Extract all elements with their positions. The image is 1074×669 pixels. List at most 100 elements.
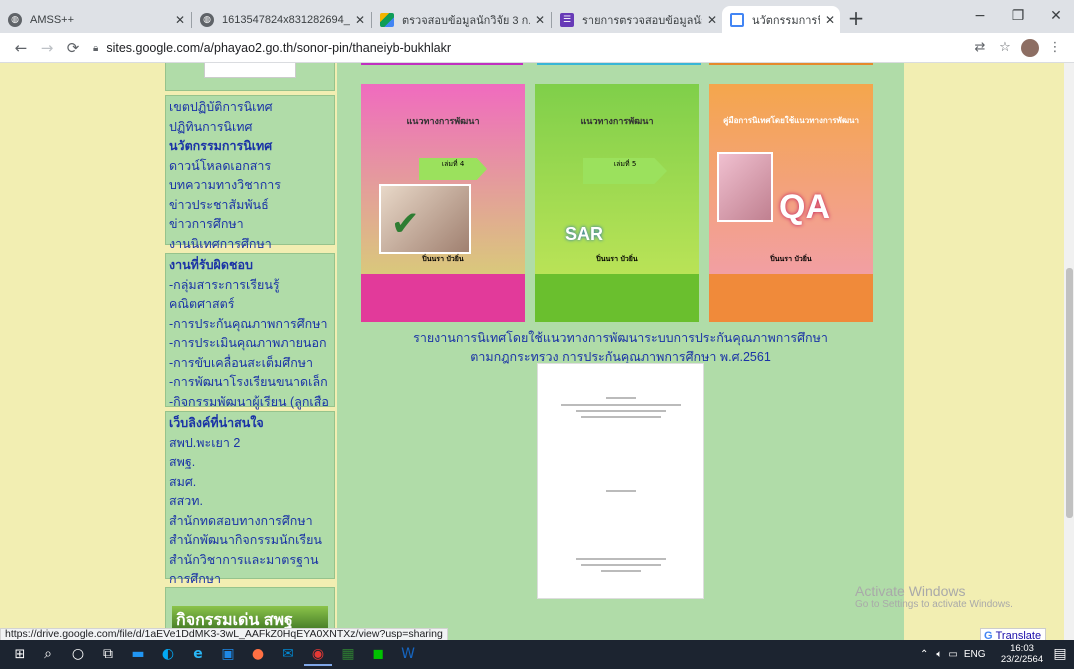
address-bar[interactable]: 🔒︎ sites.google.com/a/phayao2.go.th/sono… bbox=[93, 37, 949, 59]
cover-title: แนวทางการพัฒนา bbox=[580, 116, 654, 126]
tab-doc[interactable]: ตรวจสอบข้อมูลนักวิจัย 3 ก.พ.64.doc ✕ bbox=[372, 6, 550, 33]
sidebar-item-articles[interactable]: บทความทางวิชาการ bbox=[169, 176, 331, 196]
sar-logo-icon: SAR bbox=[565, 224, 604, 244]
sidebar-link-activities[interactable]: สำนักพัฒนากิจกรรมนักเรียน bbox=[169, 531, 331, 551]
document-preview[interactable] bbox=[537, 363, 704, 599]
tab-active-sites[interactable]: นวัตกรรมการนิเทศ - นิเทศออนไลน์ by ✕ bbox=[722, 6, 840, 33]
sidebar-search-area[interactable] bbox=[204, 63, 296, 78]
search-icon[interactable]: ⌕ bbox=[34, 643, 62, 666]
mail-icon[interactable]: ✉ bbox=[274, 643, 302, 666]
cover-book-4[interactable]: แนวทางการพัฒนา เล่มที่ 4 ✔ ปิ่นนรา บัวยิ… bbox=[361, 84, 525, 322]
globe-icon: ◍ bbox=[8, 12, 22, 27]
activation-watermark: Activate Windows Go to Settings to activ… bbox=[855, 583, 1013, 610]
translate-page-icon[interactable]: ⇄ bbox=[970, 38, 990, 58]
volume-icon[interactable]: 🔈︎ bbox=[936, 649, 942, 660]
sidebar-item-calendar[interactable]: ปฏิทินการนิเทศ bbox=[169, 118, 331, 138]
cover-title: แนวทางการพัฒนา bbox=[406, 116, 480, 126]
sidebar-item-pr[interactable]: ข่าวประชาสัมพันธ์ bbox=[169, 196, 331, 216]
window-close-button[interactable]: ✕ bbox=[1036, 4, 1074, 30]
cortana-icon[interactable]: ○ bbox=[64, 643, 92, 666]
sidebar-item-download[interactable]: ดาวน์โหลดเอกสาร bbox=[169, 157, 331, 177]
cover-title: คู่มือการนิเทศโดยใช้แนวทางการพัฒนา bbox=[722, 116, 859, 125]
line-icon[interactable]: ◼ bbox=[364, 643, 392, 666]
sidebar-responsibilities: งานที่รับผิดชอบ -กลุ่มสาระการเรียนรู้คณิ… bbox=[165, 253, 335, 428]
doc-line bbox=[561, 404, 681, 406]
store-icon[interactable]: ▣ bbox=[214, 643, 242, 666]
close-icon[interactable]: ✕ bbox=[350, 13, 370, 27]
sidebar-item-news[interactable]: ข่าวการศึกษา bbox=[169, 215, 331, 235]
sidebar-link-academic[interactable]: สำนักวิชาการและมาตรฐานการศึกษา bbox=[169, 551, 331, 590]
minimize-button[interactable]: − bbox=[960, 4, 1000, 30]
forward-button[interactable]: → bbox=[36, 37, 58, 59]
scrollbar-thumb[interactable] bbox=[1066, 268, 1073, 518]
translate-label: Translate bbox=[995, 630, 1042, 640]
sidebar-item-innovation[interactable]: นวัตกรรมการนิเทศ bbox=[169, 137, 331, 157]
word-icon[interactable]: W bbox=[394, 643, 422, 666]
globe-icon: ◍ bbox=[200, 12, 214, 27]
language-indicator[interactable]: ENG bbox=[964, 649, 986, 660]
task-view-icon[interactable]: ⧉ bbox=[94, 643, 122, 666]
cover-book-5[interactable]: แนวทางการพัฒนา เล่มที่ 5 SAR ปิ่นนรา บัว… bbox=[535, 84, 699, 322]
sidebar-item-math[interactable]: -กลุ่มสาระการเรียนรู้คณิตศาสตร์ bbox=[169, 276, 331, 315]
scrollbar[interactable] bbox=[1064, 63, 1074, 640]
sidebar-item-zone[interactable]: เขตปฏิบัติการนิเทศ bbox=[169, 98, 331, 118]
sidebar-item-supervision[interactable]: งานนิเทศการศึกษา bbox=[169, 235, 331, 255]
cover-badge: เล่มที่ 5 bbox=[583, 158, 667, 184]
file-explorer-icon[interactable]: ▬ bbox=[124, 643, 152, 666]
reload-button[interactable]: ⟳ bbox=[62, 37, 84, 59]
cover-author: ปิ่นนรา บัวยิ่น bbox=[422, 255, 464, 263]
menu-kebab-icon[interactable]: ⋮ bbox=[1045, 38, 1065, 58]
clock[interactable]: 16:03 23/2/2564 bbox=[1000, 643, 1044, 665]
sidebar-item-qa[interactable]: -การประกันคุณภาพการศึกษา bbox=[169, 315, 331, 335]
sidebar-link-onesqa[interactable]: สมศ. bbox=[169, 473, 331, 493]
sidebar-link-obec[interactable]: สพฐ. bbox=[169, 453, 331, 473]
close-icon[interactable]: ✕ bbox=[530, 13, 550, 27]
excel-icon[interactable]: ▦ bbox=[334, 643, 362, 666]
ie-icon[interactable]: e bbox=[184, 643, 212, 666]
close-icon[interactable]: ✕ bbox=[820, 13, 840, 27]
google-drive-icon bbox=[380, 12, 394, 27]
windows-start-icon[interactable]: ⊞ bbox=[6, 643, 34, 666]
close-icon[interactable]: ✕ bbox=[702, 13, 722, 27]
cover-manual[interactable]: คู่มือการนิเทศโดยใช้แนวทางการพัฒนา QA ปิ… bbox=[709, 84, 873, 322]
sidebar-link-spp[interactable]: สพป.พะเยา 2 bbox=[169, 434, 331, 454]
tab-amss[interactable]: ◍ AMSS++ ✕ bbox=[0, 6, 190, 33]
sidebar-item-small-school[interactable]: -การพัฒนาโรงเรียนขนาดเล็ก bbox=[169, 373, 331, 393]
firefox-icon[interactable]: ● bbox=[244, 643, 272, 666]
edge-icon[interactable]: ◐ bbox=[154, 643, 182, 666]
cover-footer bbox=[709, 274, 873, 322]
sidebar-links: เว็บลิงค์ที่น่าสนใจ สพป.พะเยา 2 สพฐ. สมศ… bbox=[165, 411, 335, 586]
tab-title: นวัตกรรมการนิเทศ - นิเทศออนไลน์ by bbox=[752, 14, 820, 27]
sidebar-link-testing[interactable]: สำนักทดสอบทางการศึกษา bbox=[169, 512, 331, 532]
sidebar: เขตปฏิบัติการนิเทศ ปฏิทินการนิเทศ นวัตกร… bbox=[165, 63, 335, 640]
windows-taskbar: ⊞ ⌕ ○ ⧉ ▬ ◐ e ▣ ● ✉ ◉ ▦ ◼ W ⌃ 🔈︎ ▭ ENG 1… bbox=[0, 640, 1074, 669]
chrome-icon[interactable]: ◉ bbox=[304, 643, 332, 666]
notification-icon[interactable]: ▤ bbox=[1046, 643, 1074, 666]
sidebar-item-stem[interactable]: -การขับเคลื่อนสะเต็มศึกษา bbox=[169, 354, 331, 374]
google-sites-icon bbox=[730, 12, 744, 27]
tab-title: 1613547824x831282694_1.pdf bbox=[222, 13, 350, 26]
qa-logo-icon: QA bbox=[779, 188, 830, 226]
restore-button[interactable]: ❐ bbox=[998, 4, 1038, 30]
translate-button[interactable]: G Translate bbox=[980, 628, 1046, 640]
doc-line bbox=[606, 397, 636, 399]
sidebar-link-ipst[interactable]: สสวท. bbox=[169, 492, 331, 512]
tab-title: ตรวจสอบข้อมูลนักวิจัย 3 ก.พ.64.doc bbox=[402, 14, 530, 27]
watermark-subtitle: Go to Settings to activate Windows. bbox=[855, 599, 1013, 610]
cover-author: ปิ่นนรา บัวยิ่น bbox=[770, 255, 812, 263]
profile-avatar[interactable] bbox=[1021, 39, 1039, 57]
tab-sheet[interactable]: ☰ รายการตรวจสอบข้อมูลนักวิจัย/ผลงาน ✕ bbox=[552, 6, 722, 33]
cover-footer bbox=[361, 274, 525, 322]
tab-pdf[interactable]: ◍ 1613547824x831282694_1.pdf ✕ bbox=[192, 6, 370, 33]
sidebar-item-external[interactable]: -การประเมินคุณภาพภายนอก bbox=[169, 334, 331, 354]
close-icon[interactable]: ✕ bbox=[170, 13, 190, 27]
chevron-up-icon[interactable]: ⌃ bbox=[920, 649, 928, 660]
tab-strip: ◍ AMSS++ ✕ ◍ 1613547824x831282694_1.pdf … bbox=[0, 0, 1074, 33]
sidebar-section-heading: เว็บลิงค์ที่น่าสนใจ bbox=[169, 416, 264, 430]
tab-title: AMSS++ bbox=[30, 13, 75, 26]
bookmark-star-icon[interactable]: ☆ bbox=[995, 38, 1015, 58]
new-tab-button[interactable]: + bbox=[842, 6, 870, 32]
back-button[interactable]: ← bbox=[10, 37, 32, 59]
report-caption-line-1[interactable]: รายงานการนิเทศโดยใช้แนวทางการพัฒนาระบบกา… bbox=[337, 328, 904, 348]
network-icon[interactable]: ▭ bbox=[948, 649, 957, 660]
